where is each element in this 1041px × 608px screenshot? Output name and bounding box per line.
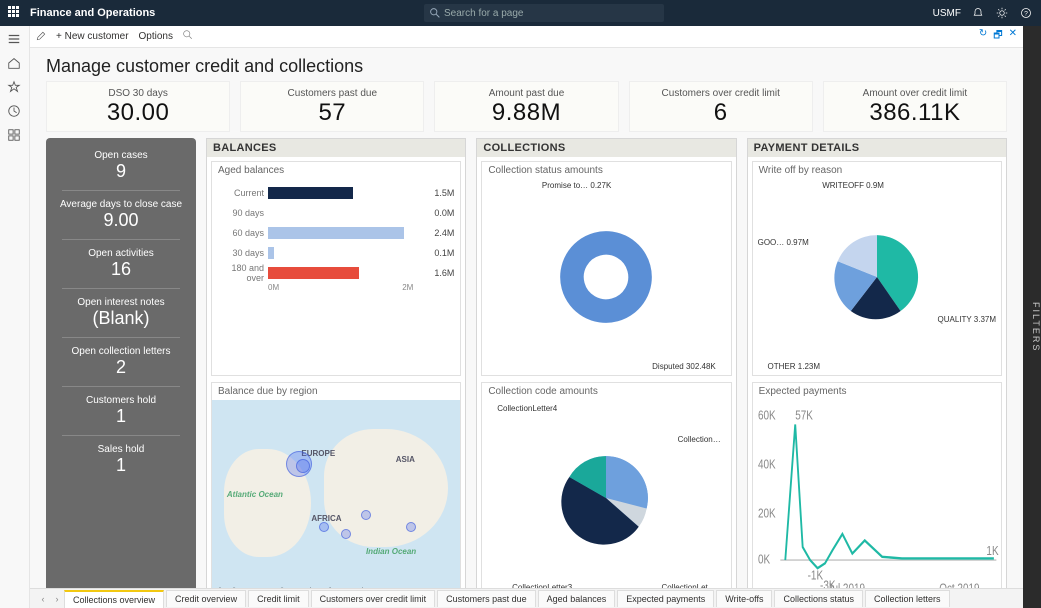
company-code[interactable]: USMF [933, 8, 961, 19]
edit-button[interactable] [36, 31, 46, 43]
stat-open-activities[interactable]: Open activities16 [52, 244, 190, 284]
svg-text:60K: 60K [758, 408, 776, 423]
tab-credit-overview[interactable]: Credit overview [166, 590, 246, 607]
attach-icon[interactable]: 🗗 [993, 28, 1002, 45]
main-area: + New customer Options ↻ 🗗 ✕ Manage cust… [30, 26, 1023, 608]
kpi-amount-past-due[interactable]: Amount past due9.88M [434, 81, 618, 132]
kpi-customers-past-due[interactable]: Customers past due57 [240, 81, 424, 132]
aged-balances-chart[interactable]: Aged balances Current1.5M90 days0.0M60 d… [211, 161, 461, 376]
writeoff-chart[interactable]: Write off by reason WRITEOFF 0.9M GOO… 0… [752, 161, 1002, 376]
payment-panel: PAYMENT DETAILS Write off by reason WRIT… [747, 138, 1007, 602]
collection-status-chart[interactable]: Collection status amounts Promise to… 0.… [481, 161, 731, 376]
options-button[interactable]: Options [139, 31, 173, 42]
stat-customers-hold[interactable]: Customers hold1 [52, 391, 190, 431]
bell-icon[interactable] [971, 6, 985, 20]
collections-panel: COLLECTIONS Collection status amounts Pr… [476, 138, 736, 602]
help-icon[interactable]: ? [1019, 6, 1033, 20]
balances-panel: BALANCES Aged balances Current1.5M90 day… [206, 138, 466, 602]
tab-customers-over-limit[interactable]: Customers over credit limit [311, 590, 436, 607]
svg-text:1K: 1K [986, 544, 998, 559]
kpi-customers-over-limit[interactable]: Customers over credit limit6 [629, 81, 813, 132]
filters-toggle[interactable]: FILTERS [1023, 26, 1041, 608]
app-title: Finance and Operations [30, 7, 155, 19]
tab-collections-status[interactable]: Collections status [774, 590, 863, 607]
stat-avg-days[interactable]: Average days to close case9.00 [52, 195, 190, 235]
svg-text:40K: 40K [758, 457, 776, 472]
tab-customers-past-due[interactable]: Customers past due [437, 590, 536, 607]
tab-collection-letters[interactable]: Collection letters [865, 590, 950, 607]
tab-next[interactable]: › [50, 594, 64, 604]
grey-stats-card: Open cases9 Average days to close case9.… [46, 138, 196, 602]
stat-collection-letters[interactable]: Open collection letters2 [52, 342, 190, 382]
top-bar: Finance and Operations Search for a page… [0, 0, 1041, 26]
refresh-icon[interactable]: ↻ [979, 28, 987, 45]
kpi-row: DSO 30 days30.00 Customers past due57 Am… [30, 81, 1023, 138]
svg-text:?: ? [1024, 10, 1028, 17]
clock-icon[interactable] [7, 104, 23, 120]
stat-interest-notes[interactable]: Open interest notes(Blank) [52, 293, 190, 333]
module-icon[interactable] [7, 128, 23, 144]
star-icon[interactable] [7, 80, 23, 96]
left-nav-rail [0, 26, 30, 608]
tab-prev[interactable]: ‹ [36, 594, 50, 604]
kpi-amount-over-limit[interactable]: Amount over credit limit386.11K [823, 81, 1007, 132]
hamburger-icon[interactable] [7, 32, 23, 48]
kpi-dso[interactable]: DSO 30 days30.00 [46, 81, 230, 132]
home-icon[interactable] [7, 56, 23, 72]
toolbar-search-icon[interactable] [183, 30, 193, 43]
action-toolbar: + New customer Options ↻ 🗗 ✕ [30, 26, 1023, 48]
global-search[interactable]: Search for a page [424, 4, 664, 22]
expected-payments-chart[interactable]: Expected payments 60K 40K 20K 0K 57K 1K [752, 382, 1002, 597]
report-tabs: ‹ › Collections overview Credit overview… [30, 588, 1023, 608]
collection-code-chart[interactable]: Collection code amounts CollectionLetter… [481, 382, 731, 597]
close-icon[interactable]: ✕ [1009, 28, 1017, 45]
search-placeholder: Search for a page [444, 8, 524, 19]
tab-credit-limit[interactable]: Credit limit [248, 590, 309, 607]
balance-region-map[interactable]: Balance due by region EUROPE ASIA AFRICA… [211, 382, 461, 597]
tab-collections-overview[interactable]: Collections overview [64, 590, 164, 608]
svg-text:0K: 0K [758, 552, 770, 567]
stat-sales-hold[interactable]: Sales hold1 [52, 440, 190, 480]
tab-expected-payments[interactable]: Expected payments [617, 590, 714, 607]
page-title: Manage customer credit and collections [30, 48, 1023, 81]
balances-header: BALANCES [207, 139, 465, 157]
waffle-icon[interactable] [8, 6, 22, 20]
svg-text:20K: 20K [758, 506, 776, 521]
tab-aged-balances[interactable]: Aged balances [538, 590, 616, 607]
stat-open-cases[interactable]: Open cases9 [52, 146, 190, 186]
svg-text:57K: 57K [795, 408, 813, 423]
search-icon [430, 8, 440, 18]
new-customer-button[interactable]: + New customer [56, 31, 129, 42]
tab-write-offs[interactable]: Write-offs [716, 590, 772, 607]
gear-icon[interactable] [995, 6, 1009, 20]
